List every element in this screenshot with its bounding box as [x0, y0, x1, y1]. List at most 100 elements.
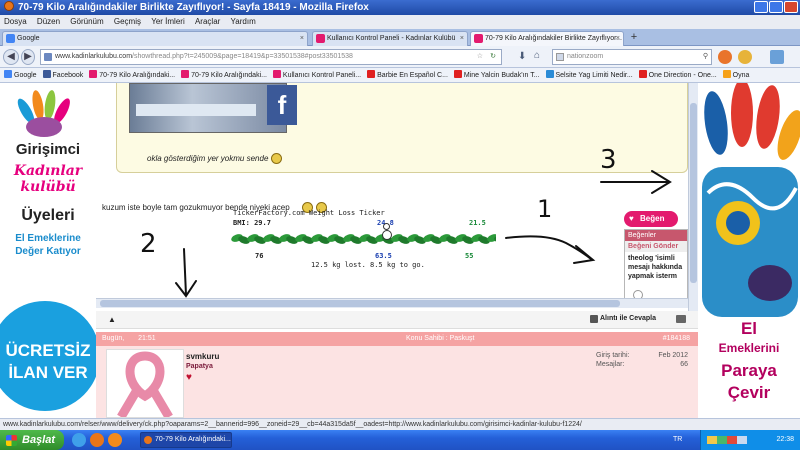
window-controls[interactable] — [754, 1, 798, 13]
taskbar: Başlat 70-79 Kilo Aralığındaki... TR 22:… — [0, 430, 800, 450]
forward-button[interactable]: ▶ — [21, 49, 35, 65]
menu-tools[interactable]: Araçlar — [195, 17, 220, 26]
firefox-icon — [4, 1, 14, 11]
bookmark-label: Barbie En Español C... — [377, 72, 448, 79]
extension-icon[interactable] — [770, 50, 784, 64]
ie-icon[interactable] — [72, 433, 86, 447]
bookmark-thread-2[interactable]: 70-79 Kilo Aralığındaki... — [181, 68, 267, 82]
tab-label: Kullanıcı Kontrol Paneli - Kadınlar Kulü… — [327, 35, 456, 42]
messages-label: Mesajlar: — [596, 361, 625, 368]
search-input[interactable]: nationzoom ⚲ — [552, 49, 712, 65]
back-button[interactable]: ◀ — [3, 49, 19, 65]
bookmark-barbie[interactable]: Barbie En Español C... — [367, 68, 448, 82]
right-ad-banner[interactable]: El Emeklerini Paraya Çevir — [698, 83, 800, 418]
ad-right-line-1: El — [740, 319, 758, 338]
firefox-icon[interactable] — [90, 433, 104, 447]
post-actions: ▲ Alıntı ile Cevapla — [96, 311, 698, 329]
avatar[interactable] — [106, 349, 184, 418]
close-tab-icon[interactable]: × — [616, 32, 620, 45]
kk-icon — [181, 70, 190, 78]
bookmark-label: Selsite Yag Limiti Nedir... — [555, 72, 633, 79]
menu-history[interactable]: Geçmiş — [114, 17, 141, 26]
ad-line-2: Üyeleri — [21, 207, 75, 224]
search-icon[interactable]: ⚲ — [703, 50, 708, 64]
report-warning-icon[interactable]: ▲ — [108, 315, 116, 324]
ad-line-1: Girişimci — [15, 141, 81, 158]
media-icon[interactable] — [108, 433, 122, 447]
ad-line-3: El Emeklerine — [15, 233, 81, 244]
close-tab-icon[interactable]: × — [460, 32, 464, 45]
bookmark-thread-1[interactable]: 70-79 Kilo Aralığındaki... — [89, 68, 175, 82]
menu-edit[interactable]: Düzen — [37, 17, 60, 26]
tab-label: Google — [17, 35, 40, 42]
multi-quote-icon[interactable] — [676, 315, 686, 323]
start-button[interactable]: Başlat — [0, 430, 64, 450]
tab-control-panel[interactable]: Kullanıcı Kontrol Paneli - Kadınlar Kulü… — [312, 31, 468, 46]
bookmark-control-panel[interactable]: Kullanıcı Kontrol Paneli... — [272, 68, 361, 82]
ad-right-line-3: Paraya — [721, 361, 777, 380]
firefox-icon — [144, 436, 152, 444]
menubar: Dosya Düzen Görünüm Geçmiş Yer İmleri Ar… — [0, 15, 800, 29]
hand-art-icon — [698, 83, 800, 323]
post-time: 21:51 — [138, 335, 156, 342]
home-icon[interactable]: ⌂ — [534, 50, 540, 61]
ad-line-4: Değer Katıyor — [15, 246, 81, 257]
quote-icon — [590, 315, 598, 323]
annotation-arrows — [175, 170, 672, 298]
username[interactable]: svmkuru — [186, 352, 219, 361]
join-date-value: Feb 2012 — [658, 352, 688, 359]
tab-label: 70-79 Kilo Aralığındakiler Birlikte Zayı… — [485, 35, 622, 42]
arrow-1 — [505, 235, 596, 264]
annotation-number-1: 1 — [537, 195, 553, 223]
help-icon[interactable] — [738, 50, 752, 64]
task-label: 70-79 Kilo Aralığındaki... — [155, 436, 231, 443]
minimize-button[interactable] — [754, 1, 768, 13]
tab-thread[interactable]: 70-79 Kilo Aralığındakiler Birlikte Zayı… — [470, 31, 624, 46]
bookmark-selsite[interactable]: Selsite Yag Limiti Nedir... — [545, 68, 633, 82]
close-button[interactable] — [784, 1, 798, 13]
ad-logo-2: kulübü — [20, 179, 76, 195]
join-date-label: Giriş tarihi: — [596, 352, 630, 359]
menu-help[interactable]: Yardım — [231, 17, 256, 26]
tray-icons[interactable] — [707, 436, 747, 444]
annotation-number-2: 2 — [140, 229, 157, 259]
bookmark-facebook[interactable]: Facebook — [42, 68, 84, 82]
close-tab-icon[interactable]: × — [300, 32, 304, 45]
bookmark-google[interactable]: Google — [4, 68, 37, 82]
tab-google[interactable]: Google × — [2, 31, 308, 46]
addon-icon[interactable] — [718, 50, 732, 64]
kk-favicon-icon — [474, 34, 483, 43]
url-domain: www.kadinlarkulubu.com — [55, 53, 133, 60]
bookmark-label: Facebook — [52, 72, 84, 79]
new-tab-button[interactable]: + — [626, 31, 642, 44]
ad-right-line-4: Çevir — [727, 383, 771, 402]
arrow-2 — [175, 248, 197, 298]
bookmarks-toolbar: Google Facebook 70-79 Kilo Aralığındaki.… — [0, 68, 800, 83]
tab-strip: Google × Kullanıcı Kontrol Paneli - Kadın… — [0, 29, 800, 46]
bookmark-one-direction[interactable]: One Direction - One... — [638, 68, 717, 82]
annotation-number-3: 3 — [600, 145, 617, 175]
bookmark-mine[interactable]: Mine Yalcin Budak'ın T... — [453, 68, 540, 82]
post-number[interactable]: #184188 — [663, 332, 690, 346]
kk-icon — [89, 70, 98, 78]
page-viewport: Girişimci Kadınlar kulübü Üyeleri El Eme… — [0, 83, 800, 418]
clock: 22:38 — [776, 436, 794, 443]
rank-heart-icon: ♥ — [186, 372, 192, 383]
bookmark-label: One Direction - One... — [648, 72, 717, 79]
maximize-button[interactable] — [769, 1, 783, 13]
bookmark-oyna[interactable]: Oyna — [722, 68, 749, 82]
taskbar-firefox-window[interactable]: 70-79 Kilo Aralığındaki... — [140, 432, 232, 448]
search-engine-icon[interactable] — [556, 53, 564, 61]
window-title: 70-79 Kilo Aralığındakiler Birlikte Zayı… — [18, 2, 369, 13]
language-indicator[interactable]: TR — [673, 430, 682, 450]
download-icon[interactable]: ⬇ — [518, 51, 526, 62]
menu-view[interactable]: Görünüm — [70, 17, 103, 26]
reload-icon[interactable]: ↻ — [490, 50, 496, 64]
kk-favicon-icon — [316, 34, 325, 43]
menu-file[interactable]: Dosya — [4, 17, 27, 26]
bookmark-star-icon[interactable]: ☆ — [477, 50, 483, 64]
quote-reply-button[interactable]: Alıntı ile Cevapla — [600, 315, 656, 322]
address-bar[interactable]: www.kadinlarkulubu.com/showthread.php?t=… — [40, 49, 502, 65]
menu-bookmarks[interactable]: Yer İmleri — [151, 17, 185, 26]
left-ad-banner[interactable]: Girişimci Kadınlar kulübü Üyeleri El Eme… — [0, 83, 100, 418]
